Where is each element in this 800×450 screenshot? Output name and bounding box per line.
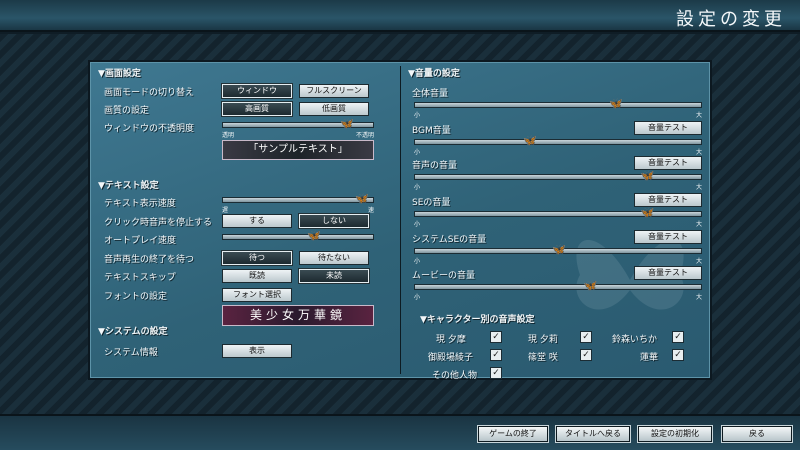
volume-test-button[interactable]: 音量テスト (634, 156, 702, 170)
volume-test-button[interactable]: 音量テスト (634, 230, 702, 244)
sample-text-preview: 「サンプルテキスト」 (222, 140, 374, 160)
butterfly-thumb-icon[interactable]: 🦋 (355, 193, 369, 205)
butterfly-thumb-icon[interactable]: 🦋 (641, 207, 655, 219)
volume-min-label: 小 (414, 149, 421, 156)
reset-settings-button[interactable]: 設定の初期化 (638, 426, 712, 442)
screen-mode-label: 画面モードの切り替え (104, 88, 195, 98)
volume-slider[interactable]: 🦋 (414, 244, 702, 256)
character-name: 篠堂 咲 (528, 353, 558, 363)
font-select-button[interactable]: フォント選択 (222, 288, 292, 302)
character-name: 現 夕摩 (436, 335, 466, 345)
character-name: 御殿場綾子 (428, 353, 474, 363)
butterfly-thumb-icon[interactable]: 🦋 (583, 280, 597, 292)
screen-settings-heading: ▼画面設定 (98, 69, 141, 79)
click-stop-on-button[interactable]: する (222, 214, 292, 228)
character-name: 蓮華 (640, 353, 659, 363)
volume-slider[interactable]: 🦋 (414, 135, 702, 147)
butterfly-thumb-icon[interactable]: 🦋 (641, 170, 655, 182)
end-game-button[interactable]: ゲームの終了 (478, 426, 548, 442)
volume-min-label: 小 (414, 258, 421, 265)
volume-max-label: 大 (696, 149, 703, 156)
character-voice-heading: ▼キャラクター別の音声設定 (420, 315, 535, 325)
volume-label: システムSEの音量 (412, 235, 487, 245)
skip-read-button[interactable]: 既読 (222, 269, 292, 283)
volume-min-label: 小 (414, 112, 421, 119)
quality-label: 画質の設定 (104, 106, 150, 116)
font-sample-preview: 美少女万華鏡 (222, 305, 374, 326)
butterfly-thumb-icon[interactable]: 🦋 (552, 244, 566, 256)
volume-label: 全体音量 (412, 89, 449, 99)
speed-max-label: 速 (368, 207, 375, 214)
character-voice-checkbox[interactable]: ✓ (580, 331, 592, 343)
text-skip-label: テキストスキップ (104, 273, 176, 283)
volume-min-label: 小 (414, 221, 421, 228)
volume-label: 音声の音量 (412, 161, 458, 171)
wait-voice-on-button[interactable]: 待つ (221, 250, 293, 266)
window-mode-button[interactable]: ウィンドウ (221, 83, 293, 99)
volume-test-button[interactable]: 音量テスト (634, 121, 702, 135)
volume-min-label: 小 (414, 184, 421, 191)
system-settings-heading: ▼システムの設定 (98, 327, 168, 337)
volume-max-label: 大 (696, 184, 703, 191)
high-quality-button[interactable]: 高画質 (221, 101, 293, 117)
character-voice-checkbox[interactable]: ✓ (672, 349, 684, 361)
auto-play-speed-label: オートプレイ速度 (104, 236, 177, 246)
system-info-show-button[interactable]: 表示 (222, 344, 292, 358)
title-bar: 設定の変更 (0, 0, 800, 32)
font-settings-label: フォントの設定 (104, 292, 168, 302)
volume-max-label: 大 (696, 258, 703, 265)
character-voice-checkbox[interactable]: ✓ (490, 349, 502, 361)
volume-slider[interactable]: 🦋 (414, 280, 702, 292)
auto-play-speed-slider[interactable]: 🦋 (222, 230, 374, 242)
volume-min-label: 小 (414, 294, 421, 301)
volume-max-label: 大 (696, 221, 703, 228)
opacity-max-label: 不透明 (356, 132, 375, 139)
wait-voice-off-button[interactable]: 待たない (299, 251, 369, 265)
volume-slider[interactable]: 🦋 (414, 170, 702, 182)
volume-label: BGM音量 (412, 126, 451, 136)
low-quality-button[interactable]: 低画質 (299, 102, 369, 116)
character-name: その他人物 (432, 371, 478, 381)
text-speed-label: テキスト表示速度 (104, 199, 176, 209)
volume-test-button[interactable]: 音量テスト (634, 266, 702, 280)
click-stop-off-button[interactable]: しない (298, 213, 370, 229)
page-title: 設定の変更 (676, 9, 786, 30)
fullscreen-button[interactable]: フルスクリーン (299, 84, 369, 98)
butterfly-thumb-icon[interactable]: 🦋 (307, 230, 321, 242)
system-info-label: システム情報 (104, 348, 158, 358)
volume-slider[interactable]: 🦋 (414, 98, 702, 110)
opacity-label: ウィンドウの不透明度 (104, 124, 195, 134)
volume-settings-heading: ▼音量の設定 (408, 69, 460, 79)
volume-slider[interactable]: 🦋 (414, 207, 702, 219)
character-voice-checkbox[interactable]: ✓ (490, 367, 502, 379)
character-voice-checkbox[interactable]: ✓ (490, 331, 502, 343)
text-speed-slider[interactable]: 🦋 (222, 193, 374, 205)
character-voice-checkbox[interactable]: ✓ (672, 331, 684, 343)
click-stop-voice-label: クリック時音声を停止する (104, 218, 213, 228)
butterfly-thumb-icon[interactable]: 🦋 (340, 118, 354, 130)
back-button[interactable]: 戻る (722, 426, 792, 442)
character-name: 現 夕莉 (528, 335, 558, 345)
text-settings-heading: ▼テキスト設定 (98, 181, 159, 191)
volume-max-label: 大 (696, 294, 703, 301)
speed-min-label: 遅 (222, 207, 229, 214)
opacity-min-label: 透明 (222, 132, 235, 139)
opacity-slider[interactable]: 🦋 (222, 118, 374, 130)
volume-max-label: 大 (696, 112, 703, 119)
volume-label: SEの音量 (412, 198, 451, 208)
butterfly-thumb-icon[interactable]: 🦋 (609, 98, 623, 110)
character-voice-checkbox[interactable]: ✓ (580, 349, 592, 361)
skip-unread-button[interactable]: 未読 (298, 268, 370, 284)
character-name: 鈴森いちか (612, 335, 658, 345)
return-to-title-button[interactable]: タイトルへ戻る (556, 426, 630, 442)
wait-voice-label: 音声再生の終了を待つ (104, 255, 195, 265)
volume-label: ムービーの音量 (412, 271, 476, 281)
volume-test-button[interactable]: 音量テスト (634, 193, 702, 207)
butterfly-thumb-icon[interactable]: 🦋 (523, 135, 537, 147)
column-divider (400, 66, 401, 374)
